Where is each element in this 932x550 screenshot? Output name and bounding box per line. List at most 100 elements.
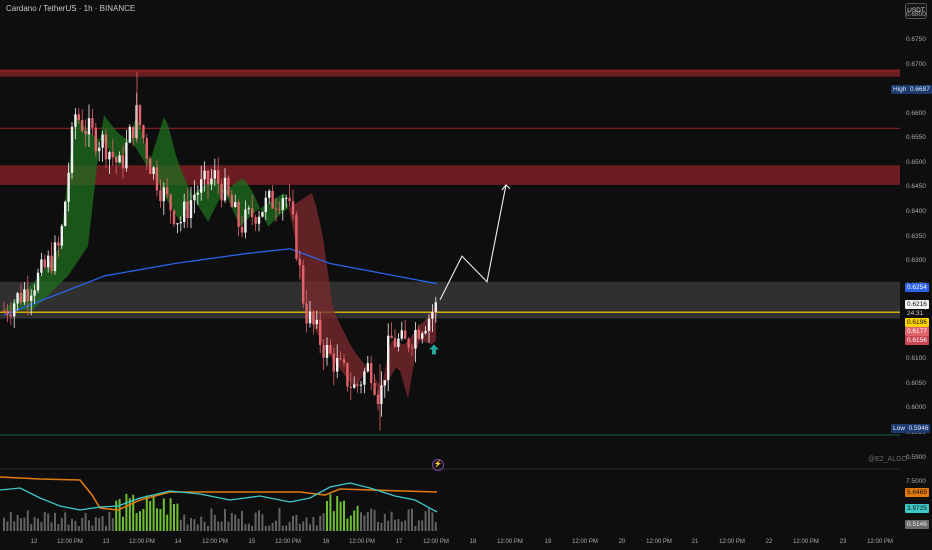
candle-body xyxy=(427,318,431,331)
candle-body xyxy=(349,386,352,388)
oscillator-bar xyxy=(247,523,250,531)
flash-event-icon[interactable]: ⚡ xyxy=(432,459,444,471)
oscillator-orange-line xyxy=(0,476,438,511)
candle-body xyxy=(101,134,104,148)
candle-body xyxy=(108,152,111,160)
candle-body xyxy=(189,200,193,219)
candle-body xyxy=(125,142,128,169)
candle-body xyxy=(336,358,339,372)
candle-body xyxy=(70,126,74,173)
candle-body xyxy=(94,127,97,152)
candle-body xyxy=(240,226,244,233)
candle-body xyxy=(53,242,57,272)
candle-body xyxy=(431,311,434,319)
oscillator-bar xyxy=(261,514,264,531)
oscillator-bar xyxy=(268,525,271,531)
candle-body xyxy=(237,202,240,227)
candle-body xyxy=(145,138,148,159)
oscillator-bar xyxy=(302,521,305,531)
candle-body xyxy=(179,221,182,224)
time-tick: 14 xyxy=(174,539,182,545)
candle-body xyxy=(227,177,230,195)
last-price-badge: 0.6216 xyxy=(905,300,929,309)
oscillator-bar xyxy=(200,516,203,531)
candle-body xyxy=(217,170,220,184)
oscillator-bar xyxy=(281,525,284,531)
time-tick: 12:00 PM xyxy=(349,539,375,545)
candle-body xyxy=(400,330,403,339)
candle-body xyxy=(417,330,420,339)
oscillator-bar xyxy=(122,516,124,531)
ma-badge: 0.6254 xyxy=(905,283,929,292)
candle-body xyxy=(404,330,407,339)
oscillator-bar xyxy=(193,519,196,531)
price-tick: 0.6450 xyxy=(906,183,926,191)
candle-body xyxy=(288,197,291,202)
oscillator-bar xyxy=(84,512,87,531)
candle-body xyxy=(206,170,210,185)
candle-body xyxy=(64,201,67,226)
candle-body xyxy=(60,225,63,246)
oscillator-bar xyxy=(404,520,407,531)
key-level-badge: 0.6196 xyxy=(905,318,929,327)
candle-body xyxy=(268,190,271,198)
oscillator-bar xyxy=(326,500,328,531)
candle-body xyxy=(98,147,101,152)
candle-body xyxy=(220,183,223,201)
oscillator-bar xyxy=(244,524,247,531)
candle-body xyxy=(353,384,356,388)
oscillator-bar xyxy=(91,525,94,531)
candle-body xyxy=(359,384,363,386)
candle-body xyxy=(234,202,237,208)
ema-lower-badge: 0.6156 xyxy=(905,336,929,345)
time-tick: 12:00 PM xyxy=(719,539,745,545)
time-tick: 18 xyxy=(469,539,477,545)
candle-body xyxy=(414,330,417,349)
candle-body xyxy=(281,198,284,210)
time-tick: 12:00 PM xyxy=(423,539,449,545)
time-tick: 23 xyxy=(839,539,847,545)
oscillator-bar xyxy=(387,520,390,531)
oscillator-bar xyxy=(373,509,376,531)
candle-body xyxy=(213,170,216,179)
oscillator-bar xyxy=(424,511,427,531)
time-tick: 12:00 PM xyxy=(129,539,155,545)
oscillator-bar xyxy=(173,504,175,531)
oscillator-bar xyxy=(224,508,226,531)
symbol-title[interactable]: Cardano / TetherUS · 1h · BINANCE xyxy=(6,4,135,13)
candle-body xyxy=(172,210,176,225)
candle-body xyxy=(421,333,424,339)
candle-body xyxy=(312,311,315,325)
candle-body xyxy=(339,358,342,360)
oscillator-bar xyxy=(292,515,294,531)
oscillator-bar xyxy=(105,525,107,531)
support-zone xyxy=(0,281,900,319)
oscillator-bar xyxy=(346,518,349,531)
candle-body xyxy=(332,353,335,372)
candle-body xyxy=(319,319,322,345)
oscillator-bar xyxy=(319,515,322,531)
candle-body xyxy=(247,208,250,210)
oscillator-bar xyxy=(258,510,260,531)
price-tick: 0.6800 xyxy=(906,11,926,19)
price-tick: 0.6350 xyxy=(906,232,926,240)
oscillator-bar xyxy=(125,493,128,531)
oscillator-bar xyxy=(377,521,379,531)
oscillator-bar xyxy=(30,524,33,531)
oscillator-bar xyxy=(417,520,420,531)
oscillator-bar xyxy=(159,509,162,531)
oscillator-bar xyxy=(434,522,437,531)
oscillator-bar xyxy=(363,515,366,531)
oscillator-bar xyxy=(298,523,301,531)
price-chart[interactable] xyxy=(0,0,932,550)
candle-body xyxy=(77,114,80,121)
candle-body xyxy=(346,362,349,387)
candle-body xyxy=(57,242,60,246)
resistance-zone-lower xyxy=(0,165,900,185)
oscillator-bar xyxy=(101,516,104,531)
oscillator-bar xyxy=(394,519,396,531)
price-tick: 0.6400 xyxy=(906,207,926,215)
oscillator-bar xyxy=(77,525,80,531)
oscillator-bar xyxy=(74,520,77,531)
oscillator-bar xyxy=(23,517,26,531)
